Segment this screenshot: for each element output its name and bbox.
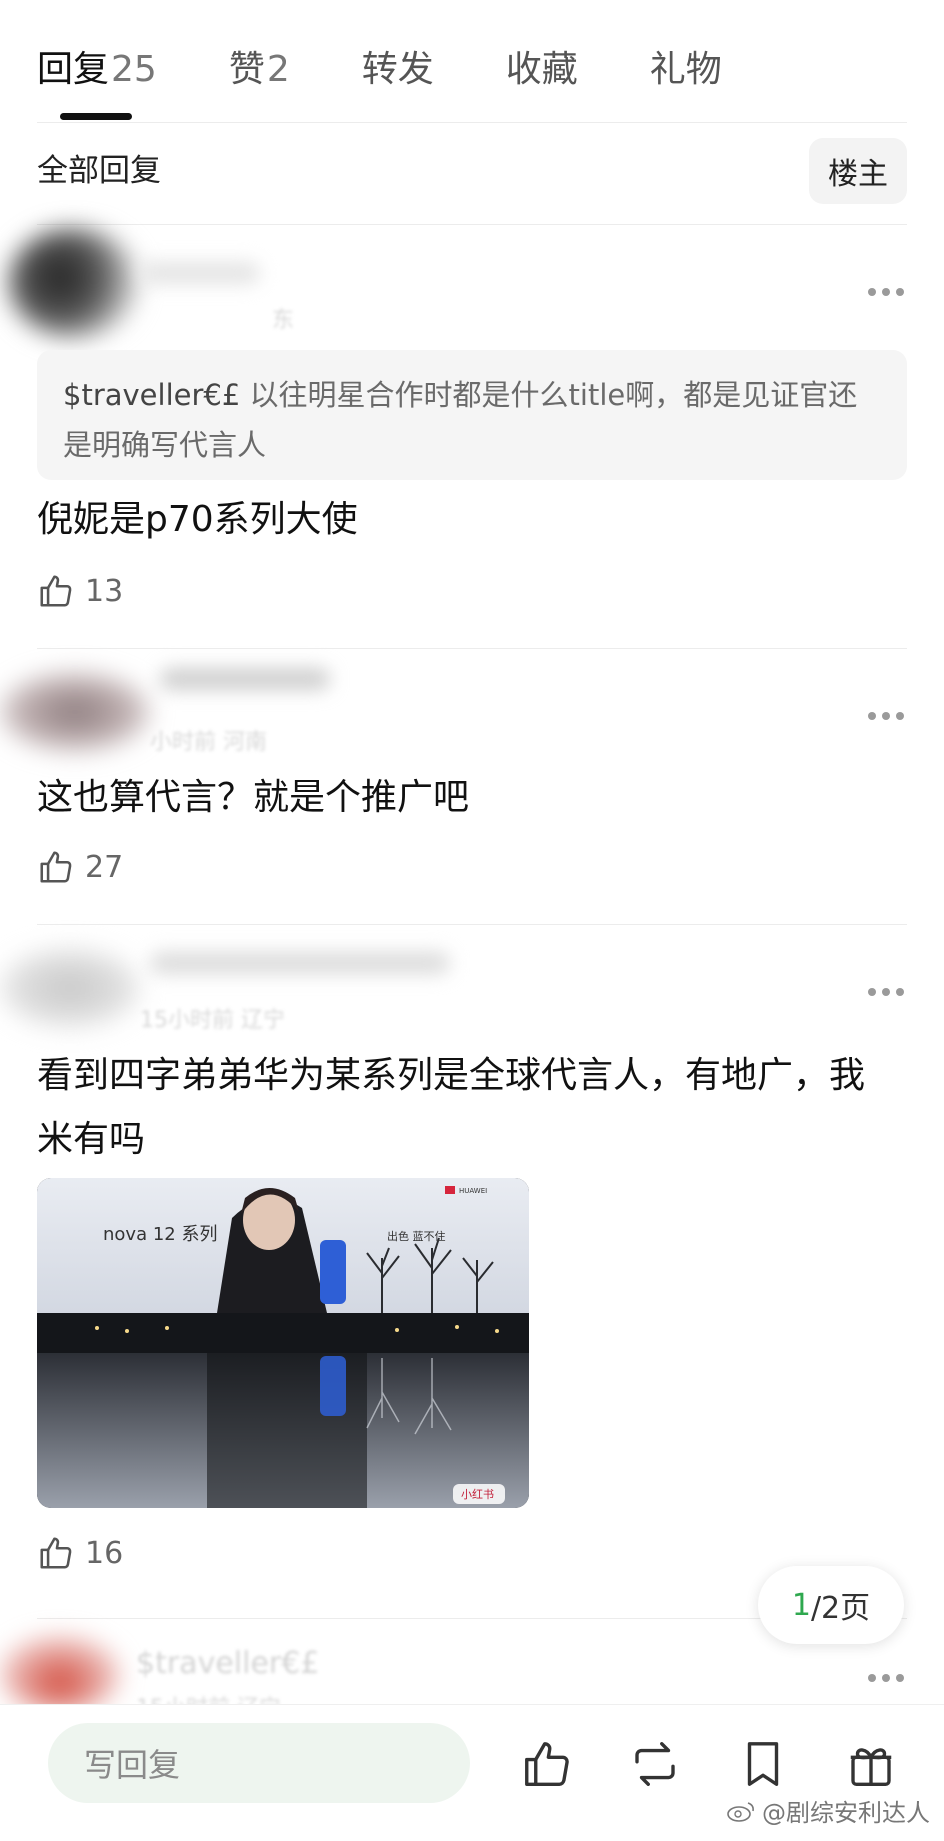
op-only-button[interactable]: 楼主 [809, 138, 907, 204]
avatar[interactable] [0, 672, 150, 752]
thumbs-up-icon [40, 1537, 72, 1569]
tab-likes-label: 赞 [228, 49, 265, 90]
username-blurred[interactable] [140, 262, 260, 284]
comment-text: 这也算代言？就是个推广吧 [37, 777, 470, 818]
comment-author[interactable]: $traveller€£ [136, 1646, 319, 1681]
username-blurred[interactable] [150, 952, 450, 974]
more-options-icon[interactable] [868, 986, 904, 998]
current-page: 1 [791, 1587, 811, 1623]
tab-reposts[interactable]: 转发 [362, 40, 434, 100]
comment-text: 倪妮是p70系列大使 [37, 499, 358, 540]
billboard-slogan-text: 出色 蓝不住 [387, 1229, 446, 1243]
comment-meta: 东 [272, 308, 295, 333]
total-pages: /2页 [810, 1591, 871, 1626]
bookmark-icon[interactable] [736, 1737, 790, 1791]
attached-image[interactable]: nova 12 系列 出色 蓝不住 HUAWEI 小红书 [37, 1178, 529, 1508]
quoted-author[interactable]: $traveller€£ [63, 378, 240, 412]
thumbs-up-icon [40, 575, 72, 607]
bottom-action-bar: 写回复 @剧综安利达人 [0, 1704, 944, 1841]
username-blurred[interactable] [160, 668, 330, 690]
all-replies-label[interactable]: 全部回复 [37, 145, 161, 190]
tab-divider [37, 122, 907, 123]
billboard-product-text: nova 12 系列 [103, 1224, 217, 1245]
avatar[interactable] [0, 1636, 120, 1712]
active-tab-indicator [60, 113, 132, 120]
tab-likes-count: 2 [266, 49, 290, 90]
tab-favorites[interactable]: 收藏 [506, 40, 578, 100]
like-button[interactable]: 16 [37, 1534, 123, 1572]
image-source-badge: 小红书 [461, 1488, 494, 1501]
avatar[interactable] [8, 228, 138, 338]
comment-divider [37, 924, 907, 925]
tab-gifts[interactable]: 礼物 [650, 40, 722, 100]
like-button[interactable]: 13 [37, 572, 123, 610]
weibo-logo-icon [727, 1801, 754, 1822]
page-indicator[interactable]: 1/2页 [758, 1566, 904, 1644]
tab-replies-count: 25 [111, 49, 157, 90]
comment-divider [37, 648, 907, 649]
more-options-icon[interactable] [868, 710, 904, 722]
more-options-icon[interactable] [868, 286, 904, 298]
avatar[interactable] [0, 948, 140, 1028]
more-options-icon[interactable] [868, 1672, 904, 1684]
reply-input[interactable]: 写回复 [48, 1723, 470, 1803]
tab-reposts-label: 转发 [361, 49, 434, 90]
like-icon[interactable] [520, 1737, 574, 1791]
tab-replies[interactable]: 回复25 [37, 40, 157, 100]
tab-likes[interactable]: 赞2 [229, 40, 290, 100]
billboard-brand-text: HUAWEI [459, 1187, 487, 1195]
like-count: 27 [85, 849, 124, 885]
watermark-text: @剧综安利达人 [762, 1799, 930, 1827]
quoted-reply[interactable]: $traveller€£ 以往明星合作时都是什么title啊，都是见证官还是明确… [37, 350, 907, 480]
thumbs-up-icon [40, 851, 72, 883]
tab-bar: 回复25 赞2 转发 收藏 礼物 [37, 40, 794, 100]
comment-meta: 15小时前 辽宁 [140, 1008, 285, 1033]
filter-divider [37, 224, 907, 225]
repost-icon[interactable] [628, 1737, 682, 1791]
tab-favorites-label: 收藏 [505, 49, 578, 90]
billboard-photo: nova 12 系列 出色 蓝不住 HUAWEI 小红书 [37, 1178, 529, 1508]
like-count: 16 [85, 1535, 124, 1571]
like-button[interactable]: 27 [37, 848, 123, 886]
gift-icon[interactable] [844, 1737, 898, 1791]
tab-replies-label: 回复 [37, 49, 110, 90]
like-count: 13 [85, 573, 124, 609]
weibo-watermark: @剧综安利达人 [726, 1793, 930, 1828]
comment-meta: 小时前 河南 [150, 730, 267, 755]
comment-text: 看到四字弟弟华为某系列是全球代言人，有地广，我米有吗 [37, 1055, 866, 1160]
tab-gifts-label: 礼物 [649, 49, 722, 90]
